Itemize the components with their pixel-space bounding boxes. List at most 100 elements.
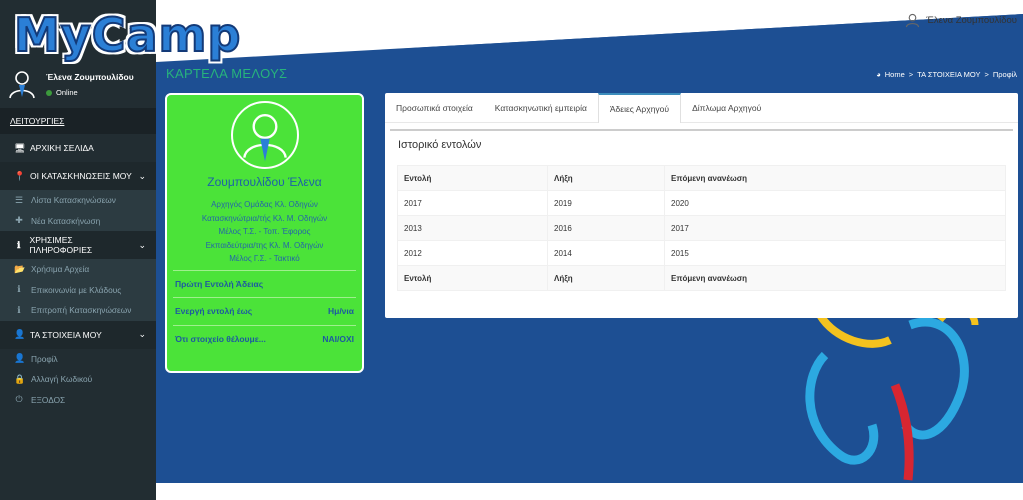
sidebar-submenu-my-data: 👤 Προφίλ 🔒 Αλλαγή Κωδικού ⏻ ΕΞΟΔΟΣ bbox=[0, 348, 156, 411]
tabs-panel: Προσωπικά στοιχεία Κατασκηνωτική εμπειρί… bbox=[385, 93, 1018, 318]
sidebar-section-info[interactable]: ℹ ΧΡΗΣΙΜΕΣ ΠΛΗΡΟΦΟΡΙΕΣ ⌄ bbox=[0, 231, 156, 259]
plus-icon: ✚ bbox=[15, 215, 23, 226]
folder-icon: 📂 bbox=[14, 263, 26, 274]
tab-leader-licenses[interactable]: Άδειες Αρχηγού bbox=[597, 93, 682, 123]
sidebar-item-logout[interactable]: ⏻ ΕΞΟΔΟΣ bbox=[0, 390, 156, 411]
table-header-row: Εντολή Λήξη Επόμενη ανανέωση bbox=[397, 165, 1006, 191]
sidebar-section-label: ΤΑ ΣΤΟΙΧΕΙΑ ΜΟΥ bbox=[30, 329, 102, 340]
column-footer: Εντολή bbox=[397, 265, 548, 291]
sidebar-section-my-data[interactable]: 👤 ΤΑ ΣΤΟΙΧΕΙΑ ΜΟΥ ⌄ bbox=[0, 320, 156, 349]
sidebar-item-label: Νέα Κατασκήνωση bbox=[31, 215, 101, 226]
profile-role: Μέλος Γ.Σ. - Τακτικό bbox=[229, 254, 300, 263]
column-footer: Λήξη bbox=[547, 265, 665, 291]
table-cell: 2020 bbox=[664, 190, 1006, 216]
status-label: Online bbox=[56, 88, 78, 97]
tab-personal-info[interactable]: Προσωπικά στοιχεία bbox=[385, 93, 484, 122]
sidebar-item-new-camp[interactable]: ✚ Νέα Κατασκήνωση bbox=[0, 211, 156, 232]
sidebar-section-label: ΟΙ ΚΑΤΑΣΚΗΝΩΣΕΙΣ ΜΟΥ bbox=[30, 171, 132, 181]
sidebar-item-label: Αλλαγή Κωδικού bbox=[31, 374, 93, 385]
divider bbox=[390, 129, 1013, 131]
info-icon: ℹ bbox=[17, 239, 21, 250]
sidebar-section-camps[interactable]: 📍 ΟΙ ΚΑΤΑΣΚΗΝΩΣΕΙΣ ΜΟΥ ⌄ bbox=[0, 162, 156, 190]
profile-row-custom-field: Ότι στοιχείο θέλουμε... ΝΑΙ/ΟΧΙ bbox=[173, 325, 356, 351]
profile-role: Κατασκηνώτρια/τής Κλ. Μ. Οδηγών bbox=[201, 213, 328, 223]
profile-row-active-until: Ενεργή εντολή έως Ημ/νια bbox=[173, 297, 356, 323]
chevron-down-icon: ⌄ bbox=[138, 239, 146, 250]
header-user-name: Έλενα Ζουμπουλίδου bbox=[926, 15, 1017, 26]
profile-avatar bbox=[231, 101, 299, 169]
decorative-scarf-graphic bbox=[805, 315, 979, 481]
sidebar-item-useful-files[interactable]: 📂 Χρήσιμα Αρχεία bbox=[0, 259, 156, 280]
user-icon bbox=[906, 13, 920, 28]
avatar bbox=[9, 71, 35, 99]
footer-strip bbox=[156, 483, 1023, 500]
breadcrumb-profile: Προφίλ bbox=[992, 70, 1017, 79]
table-row: 2017 2019 2020 bbox=[397, 190, 1006, 216]
profile-row-value: ΝΑΙ/ΟΧΙ bbox=[322, 333, 354, 344]
breadcrumb-home[interactable]: Home bbox=[885, 70, 905, 79]
user-icon: 👤 bbox=[14, 329, 26, 339]
info-icon: ℹ bbox=[17, 284, 21, 295]
desktop-icon: 🖥 bbox=[14, 142, 26, 153]
sidebar-item-label: Επιτροπή Κατασκηνώσεων bbox=[31, 305, 132, 316]
sidebar-item-label: ΕΞΟΔΟΣ bbox=[31, 394, 66, 405]
online-dot-icon bbox=[46, 89, 52, 96]
profile-row-label: Ότι στοιχείο θέλουμε... bbox=[175, 333, 266, 344]
table-row: 2013 2016 2017 bbox=[397, 215, 1006, 241]
user-status: Online bbox=[46, 88, 78, 97]
table-footer-row: Εντολή Λήξη Επόμενη ανανέωση bbox=[397, 265, 1006, 291]
profile-roles: Αρχηγός Ομάδας Κλ. Οδηγών Κατασκηνώτρια/… bbox=[167, 198, 362, 266]
column-header: Εντολή bbox=[397, 165, 548, 191]
sidebar-item-camp-list[interactable]: ☰ Λίστα Κατασκηνώσεων bbox=[0, 190, 156, 211]
lock-icon: 🔒 bbox=[14, 373, 26, 384]
profile-row-label: Ενεργή εντολή έως bbox=[175, 305, 253, 316]
app-logo[interactable]: MyCamp bbox=[13, 11, 241, 59]
profile-row-label: Πρώτη Εντολή Άδειας bbox=[175, 278, 264, 289]
table-cell: 2017 bbox=[664, 215, 1006, 241]
tab-camp-experience[interactable]: Κατασκηνωτική εμπειρία bbox=[484, 93, 598, 122]
profile-row-first-license: Πρώτη Εντολή Άδειας bbox=[173, 270, 356, 296]
sidebar-submenu-info: 📂 Χρήσιμα Αρχεία ℹ Επικοινωνία με Κλάδους … bbox=[0, 259, 156, 321]
chevron-down-icon: ⌄ bbox=[138, 170, 146, 181]
breadcrumb-separator: > bbox=[908, 70, 914, 79]
chevron-down-icon: ⌄ bbox=[138, 329, 146, 339]
profile-role: Μέλος Τ.Σ. - Τοπ. Έφορος bbox=[218, 227, 311, 236]
user-icon: 👤 bbox=[14, 353, 26, 364]
table-cell: 2014 bbox=[547, 240, 665, 266]
breadcrumb: ◕ Home > ΤΑ ΣΤΟΙΧΕΙΑ ΜΟΥ > Προφίλ bbox=[876, 70, 1017, 79]
tab-leader-diploma[interactable]: Δίπλωμα Αρχηγού bbox=[681, 93, 772, 122]
page-title: ΚΑΡΤΕΛΑ ΜΕΛΟΥΣ bbox=[166, 66, 288, 81]
table-cell: 2012 bbox=[397, 240, 548, 266]
dashboard-icon: ◕ bbox=[876, 70, 881, 79]
sidebar-item-label: Επικοινωνία με Κλάδους bbox=[31, 284, 122, 295]
table-cell: 2013 bbox=[397, 215, 548, 241]
list-icon: ☰ bbox=[14, 194, 24, 205]
table-cell: 2019 bbox=[547, 190, 665, 216]
column-footer: Επόμενη ανανέωση bbox=[664, 265, 1006, 291]
power-icon: ⏻ bbox=[15, 394, 23, 405]
sidebar: Έλενα Ζουμπουλίδου Online ΛΕΙΤΟΥΡΓΙΕΣ 🖥 … bbox=[0, 0, 156, 500]
header-user-menu[interactable]: Έλενα Ζουμπουλίδου bbox=[905, 13, 1017, 28]
sidebar-item-change-password[interactable]: 🔒 Αλλαγή Κωδικού bbox=[0, 369, 156, 390]
info-icon: ℹ bbox=[17, 304, 21, 315]
sidebar-item-camp-committee[interactable]: ℹ Επιτροπή Κατασκηνώσεων bbox=[0, 300, 156, 321]
history-title: Ιστορικό εντολών bbox=[398, 139, 482, 151]
sidebar-item-home[interactable]: 🖥 ΑΡΧΙΚΗ ΣΕΛΙΔΑ bbox=[0, 134, 156, 162]
sidebar-item-label: Προφίλ bbox=[31, 353, 58, 364]
profile-role: Αρχηγός Ομάδας Κλ. Οδηγών bbox=[211, 200, 318, 209]
table-row: 2012 2014 2015 bbox=[397, 240, 1006, 266]
tab-bar: Προσωπικά στοιχεία Κατασκηνωτική εμπειρί… bbox=[385, 93, 1018, 123]
column-header: Λήξη bbox=[547, 165, 665, 191]
map-marker-icon: 📍 bbox=[14, 170, 26, 181]
sidebar-item-label: ΑΡΧΙΚΗ ΣΕΛΙΔΑ bbox=[30, 143, 94, 153]
sidebar-user-name: Έλενα Ζουμπουλίδου bbox=[46, 72, 134, 82]
breadcrumb-my-data[interactable]: ΤΑ ΣΤΟΙΧΕΙΑ ΜΟΥ bbox=[917, 70, 980, 79]
sidebar-item-profile[interactable]: 👤 Προφίλ bbox=[0, 349, 156, 370]
breadcrumb-separator: > bbox=[984, 70, 989, 79]
table-cell: 2017 bbox=[397, 190, 548, 216]
profile-row-value: Ημ/νια bbox=[327, 305, 354, 316]
sidebar-menu: 🖥 ΑΡΧΙΚΗ ΣΕΛΙΔΑ 📍 ΟΙ ΚΑΤΑΣΚΗΝΩΣΕΙΣ ΜΟΥ ⌄… bbox=[0, 134, 156, 410]
sidebar-item-contact-branches[interactable]: ℹ Επικοινωνία με Κλάδους bbox=[0, 280, 156, 301]
profile-card: Ζουμπουλίδου Έλενα Αρχηγός Ομάδας Κλ. Οδ… bbox=[165, 93, 364, 373]
nav-header[interactable]: ΛΕΙΤΟΥΡΓΙΕΣ bbox=[0, 108, 156, 134]
